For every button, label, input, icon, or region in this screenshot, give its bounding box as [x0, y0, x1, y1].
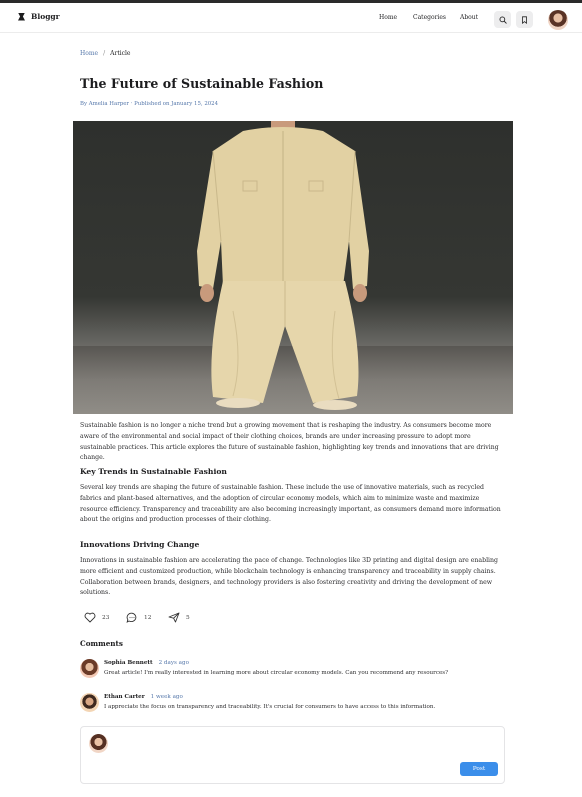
comment-text: Great article! I'm really interested in …	[104, 670, 449, 676]
logo[interactable]: Bloggr	[18, 12, 60, 21]
comments-heading: Comments	[80, 639, 123, 648]
bookmark-button[interactable]	[516, 11, 533, 28]
article-hero-image	[73, 121, 513, 414]
breadcrumb-current: Article	[110, 50, 131, 57]
like-button[interactable]: 23	[84, 612, 109, 623]
comment-author[interactable]: Ethan Carter	[104, 694, 145, 700]
user-avatar[interactable]	[548, 10, 568, 30]
breadcrumb: Home / Article	[80, 50, 131, 57]
model-figure	[197, 121, 369, 410]
section-heading: Innovations Driving Change	[80, 540, 200, 549]
app-name: Bloggr	[31, 12, 60, 21]
comment-time: 2 days ago	[158, 660, 189, 666]
section-body: Innovations in sustainable fashion are a…	[80, 557, 498, 597]
article-byline: By Amelia Harper · Published on January …	[80, 101, 219, 107]
comment-time: 1 week ago	[150, 694, 183, 700]
article-title: The Future of Sustainable Fashion	[80, 76, 324, 91]
bowtie-logo-icon	[18, 12, 25, 21]
section-heading: Key Trends in Sustainable Fashion	[80, 467, 227, 476]
share-button[interactable]: 5	[168, 612, 190, 623]
paper-plane-icon	[168, 612, 180, 623]
comment-item: Sophia Bennett 2 days ago Great article! …	[80, 659, 505, 683]
comment-author[interactable]: Sophia Bennett	[104, 660, 153, 666]
avatar[interactable]	[80, 693, 99, 712]
comment-text: I appreciate the focus on transparency a…	[104, 704, 436, 710]
article-intro: Sustainable fashion is no longer a niche…	[80, 422, 499, 462]
breadcrumb-separator: /	[103, 50, 106, 57]
comment-bubble-icon	[126, 612, 137, 623]
share-count: 5	[186, 614, 190, 621]
avatar	[89, 734, 108, 753]
nav-categories-link[interactable]: Categories	[413, 14, 446, 21]
comment-button[interactable]: 12	[126, 612, 151, 623]
comment-item: Ethan Carter 1 week ago I appreciate the …	[80, 693, 505, 717]
search-button[interactable]	[494, 11, 511, 28]
site-header: Bloggr Home Categories About	[0, 3, 582, 33]
nav-home-link[interactable]: Home	[379, 14, 397, 21]
post-comment-button[interactable]: Post	[460, 762, 498, 776]
search-icon	[499, 16, 507, 24]
section-body: Several key trends are shaping the futur…	[80, 484, 501, 524]
comment-count: 12	[144, 614, 152, 621]
comment-header: Ethan Carter 1 week ago	[104, 694, 183, 700]
like-count: 23	[102, 614, 110, 621]
comment-composer: Post	[80, 726, 505, 784]
nav-about-link[interactable]: About	[460, 14, 478, 21]
avatar[interactable]	[80, 659, 99, 678]
comment-header: Sophia Bennett 2 days ago	[104, 660, 189, 666]
heart-icon	[84, 612, 96, 623]
bookmark-icon	[522, 15, 527, 24]
breadcrumb-home-link[interactable]: Home	[80, 50, 98, 57]
comment-input[interactable]	[115, 737, 495, 765]
